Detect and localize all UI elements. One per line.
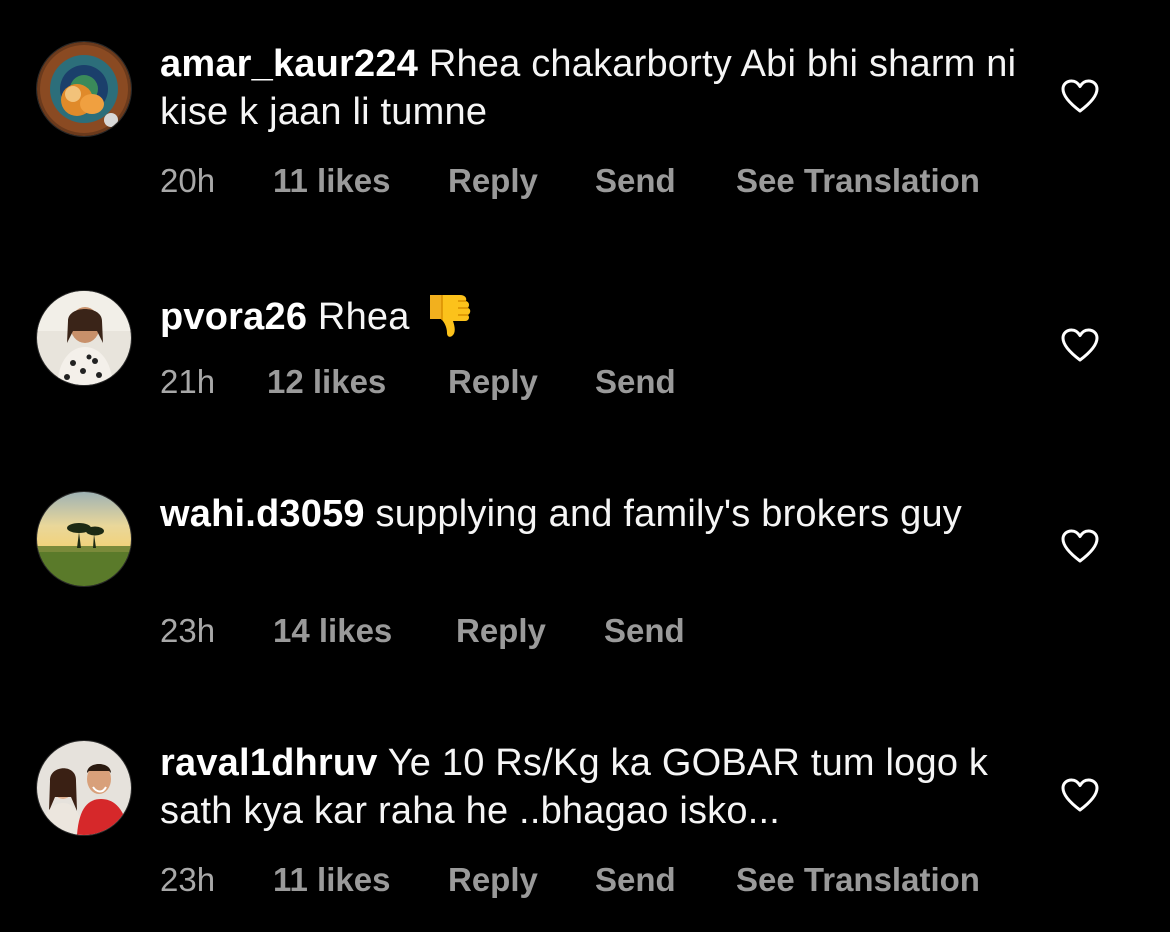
peacock-feather-avatar-icon: [37, 42, 131, 136]
username[interactable]: wahi.d3059: [160, 493, 365, 535]
comment-text: amar_kaur224 Rhea chakarborty Abi bhi sh…: [160, 40, 1020, 136]
comment-text: pvora26 Rhea: [160, 289, 1020, 341]
username[interactable]: amar_kaur224: [160, 43, 418, 85]
comment-time: 23h: [160, 612, 216, 649]
send-button[interactable]: Send: [595, 362, 676, 402]
comment-body: Rhea: [317, 296, 410, 338]
avatar[interactable]: [37, 741, 131, 835]
send-button[interactable]: Send: [595, 161, 676, 201]
avatar[interactable]: [37, 42, 131, 136]
heart-outline-icon[interactable]: [1060, 528, 1100, 564]
comment-time: 21h: [160, 363, 216, 400]
likes-count[interactable]: 11 likes: [273, 161, 390, 201]
comment-text: wahi.d3059 supplying and family's broker…: [160, 490, 1020, 538]
comment-time: 20h: [160, 162, 216, 199]
reply-button[interactable]: Reply: [448, 362, 538, 402]
avatar[interactable]: [37, 492, 131, 586]
reply-button[interactable]: Reply: [456, 611, 546, 651]
send-button[interactable]: Send: [604, 611, 685, 651]
comment-text: raval1dhruv Ye 10 Rs/Kg ka GOBAR tum log…: [160, 739, 1020, 835]
likes-count[interactable]: 14 likes: [273, 611, 392, 651]
avatar[interactable]: [37, 291, 131, 385]
savanna-tree-avatar-icon: [37, 492, 131, 586]
woman-portrait-avatar-icon: [37, 291, 131, 385]
likes-count[interactable]: 12 likes: [267, 362, 386, 402]
likes-count[interactable]: 11 likes: [273, 860, 390, 900]
heart-outline-icon[interactable]: [1060, 327, 1100, 363]
reply-button[interactable]: Reply: [448, 860, 538, 900]
see-translation-button[interactable]: See Translation: [736, 161, 980, 201]
username[interactable]: pvora26: [160, 296, 307, 338]
reply-button[interactable]: Reply: [448, 161, 538, 201]
send-button[interactable]: Send: [595, 860, 676, 900]
comment-body: supplying and family's brokers guy: [375, 493, 962, 535]
heart-outline-icon[interactable]: [1060, 777, 1100, 813]
username[interactable]: raval1dhruv: [160, 742, 378, 784]
thumbs-down-emoji-icon: [422, 289, 474, 341]
comment-time: 23h: [160, 861, 216, 898]
heart-outline-icon[interactable]: [1060, 78, 1100, 114]
see-translation-button[interactable]: See Translation: [736, 860, 980, 900]
couple-photo-avatar-icon: [37, 741, 131, 835]
